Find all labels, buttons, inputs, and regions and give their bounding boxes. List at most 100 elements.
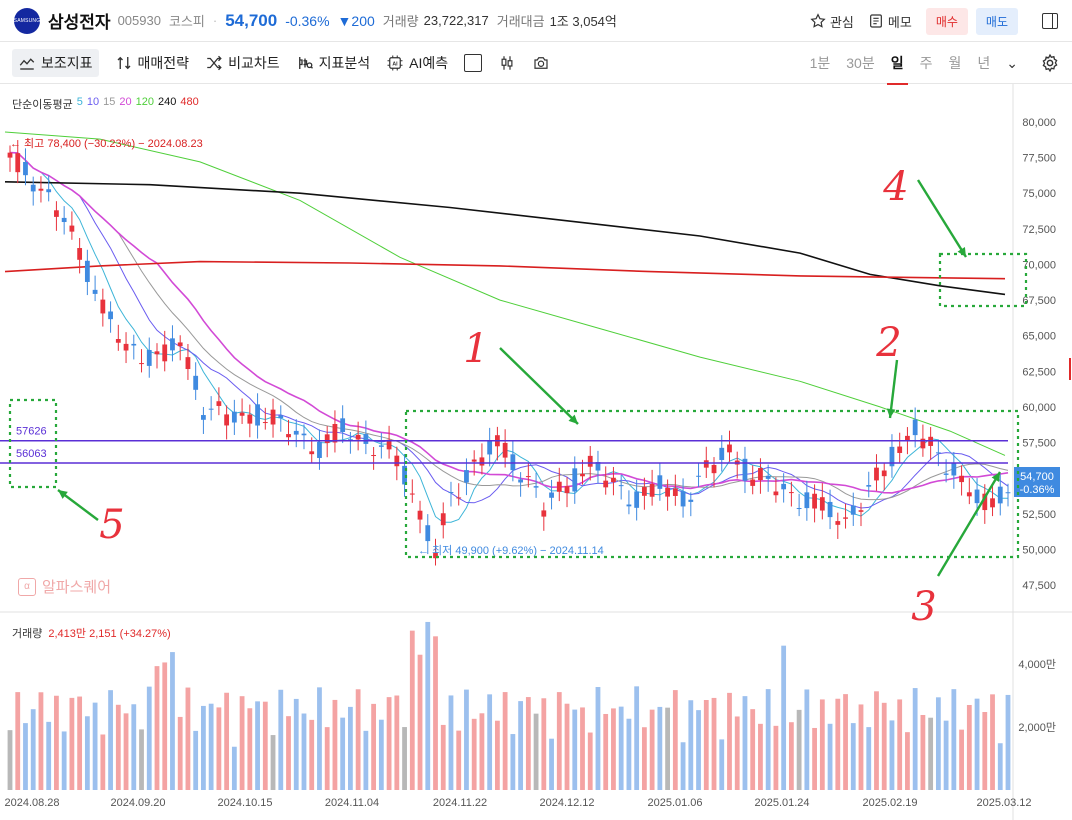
period-tab-3[interactable]: 주 bbox=[918, 53, 935, 73]
candle-body bbox=[727, 444, 732, 453]
volume-bar bbox=[990, 694, 995, 790]
period-tab-0[interactable]: 1분 bbox=[808, 53, 833, 73]
period-tab-1[interactable]: 30분 bbox=[844, 53, 876, 73]
candle-body bbox=[703, 460, 709, 468]
volume-bar bbox=[881, 702, 887, 790]
ma-legend-item-4[interactable]: 120 bbox=[136, 96, 154, 112]
x-tick-label: 2024.12.12 bbox=[539, 797, 594, 809]
candle-type-button[interactable] bbox=[498, 54, 516, 72]
candle-body bbox=[905, 435, 910, 441]
y-tick-label: 67,500 bbox=[1022, 295, 1056, 307]
screenshot-button[interactable] bbox=[532, 54, 550, 72]
volume-bar bbox=[487, 694, 493, 790]
ma-legend-item-2[interactable]: 15 bbox=[103, 96, 115, 112]
stock-code: 005930 bbox=[117, 13, 161, 28]
x-tick-label: 2025.03.12 bbox=[976, 797, 1031, 809]
volume-bar bbox=[355, 689, 361, 790]
chart-toolbar: 보조지표 매매전략 비교차트 지표분석 AI AI예측 1분 30분 일 주 월 년 ⌄ bbox=[0, 42, 1072, 85]
chart-layout-icon[interactable] bbox=[464, 53, 483, 72]
high-annotation: ← 최고 78,400 (−30.23%) − 2024.08.23 bbox=[10, 137, 203, 150]
volume-bar bbox=[688, 700, 694, 790]
period-tab-2[interactable]: 일 bbox=[886, 53, 908, 85]
volume-legend-label: 거래량 bbox=[12, 628, 43, 640]
volume-bar bbox=[758, 723, 763, 790]
candle-body bbox=[525, 476, 531, 478]
ma-legend-item-3[interactable]: 20 bbox=[119, 96, 131, 112]
candle-body bbox=[618, 485, 624, 487]
candle-body bbox=[788, 492, 794, 494]
indicators-button[interactable]: 보조지표 bbox=[12, 48, 99, 77]
ma-legend-item-5[interactable]: 240 bbox=[158, 96, 176, 112]
volume-bar bbox=[812, 727, 817, 790]
candle-body bbox=[641, 487, 647, 496]
volume-bar bbox=[727, 692, 732, 790]
side-panel-icon[interactable] bbox=[1042, 13, 1058, 29]
candle-body bbox=[317, 441, 322, 458]
watch-button[interactable]: 관심 bbox=[810, 12, 854, 31]
period-tab-4[interactable]: 월 bbox=[946, 53, 963, 73]
candle-body bbox=[564, 486, 570, 494]
current-price-value: 54,700 bbox=[1020, 471, 1054, 483]
volume-tick-label: 2,000만 bbox=[1018, 721, 1056, 734]
low-annotation: ← 최저 49,900 (+9.62%) − 2024.11.14 bbox=[418, 544, 604, 557]
buy-button[interactable]: 매수 bbox=[925, 7, 968, 35]
candle-body bbox=[510, 454, 516, 471]
volume-bar bbox=[912, 688, 918, 790]
volume-bar bbox=[781, 645, 787, 790]
memo-button[interactable]: 메모 bbox=[868, 12, 912, 31]
compare-button[interactable]: 비교차트 bbox=[205, 53, 280, 73]
volume-bar bbox=[703, 700, 709, 790]
candle-body bbox=[92, 289, 98, 294]
candle-body bbox=[371, 455, 377, 457]
sell-button[interactable]: 매도 bbox=[975, 7, 1018, 35]
trading-app: SAMSUNG 삼성전자 005930 코스피 · 54,700 -0.36% … bbox=[0, 0, 1072, 820]
volume-bar bbox=[162, 662, 168, 790]
candle-body bbox=[61, 217, 67, 223]
strategy-label: 매매전략 bbox=[137, 54, 190, 71]
volume-bar bbox=[672, 690, 678, 790]
candle-body bbox=[750, 479, 756, 486]
volume-bar bbox=[177, 716, 183, 790]
volume-bar bbox=[38, 692, 44, 790]
x-tick-label: 2025.01.24 bbox=[754, 797, 809, 809]
volume-bar bbox=[858, 704, 864, 790]
samsung-logo: SAMSUNG bbox=[14, 7, 40, 34]
ma-legend: 단순이동평균 5 10 15 20 120 240 480 bbox=[12, 96, 199, 112]
strategy-button[interactable]: 매매전략 bbox=[115, 53, 190, 73]
ma-legend-item-0[interactable]: 5 bbox=[77, 96, 83, 112]
volume-bar bbox=[123, 713, 129, 790]
candle-body bbox=[139, 363, 144, 365]
price-chart[interactable]: 80,000 77,500 75,000 72,500 70,000 67,500 65,0… bbox=[0, 84, 1072, 820]
volume-bar bbox=[433, 636, 438, 790]
volume-legend: 거래량 2,413만 2,151 (+34.27%) bbox=[12, 625, 171, 641]
candle-body bbox=[324, 434, 330, 444]
candle-body bbox=[758, 468, 763, 481]
candle-body bbox=[479, 457, 485, 466]
candle-body bbox=[765, 475, 771, 479]
candle-body bbox=[649, 483, 655, 497]
annotation-arrow-shaft bbox=[916, 179, 968, 258]
ai-predict-button[interactable]: AI AI예측 bbox=[386, 53, 448, 73]
chevron-down-icon[interactable]: ⌄ bbox=[1004, 55, 1020, 72]
volume-value: 23,722,317 bbox=[423, 13, 489, 28]
volume-bar bbox=[270, 735, 276, 790]
change-percent: -0.36% bbox=[285, 12, 330, 29]
volume-bar bbox=[525, 697, 531, 790]
period-tab-5[interactable]: 년 bbox=[975, 53, 992, 73]
volume-bar bbox=[796, 709, 802, 790]
candle-body bbox=[23, 161, 28, 176]
volume-bar bbox=[641, 727, 647, 790]
header-actions: 관심 메모 매수 매도 bbox=[810, 0, 1072, 42]
ma-legend-item-6[interactable]: 480 bbox=[180, 96, 198, 112]
indicators-label: 보조지표 bbox=[41, 54, 93, 71]
volume-bar bbox=[866, 727, 872, 790]
volume-bar bbox=[580, 707, 585, 790]
volume-bar bbox=[765, 689, 771, 790]
amount-value: 1조 3,054억 bbox=[549, 14, 617, 29]
analysis-button[interactable]: 지표분석 bbox=[296, 53, 370, 73]
gear-icon[interactable] bbox=[1040, 53, 1060, 73]
volume-tick-label: 4,000만 bbox=[1018, 658, 1056, 671]
candle-body bbox=[84, 260, 90, 282]
ma-legend-item-1[interactable]: 10 bbox=[87, 96, 99, 112]
volume-bar bbox=[827, 723, 833, 790]
